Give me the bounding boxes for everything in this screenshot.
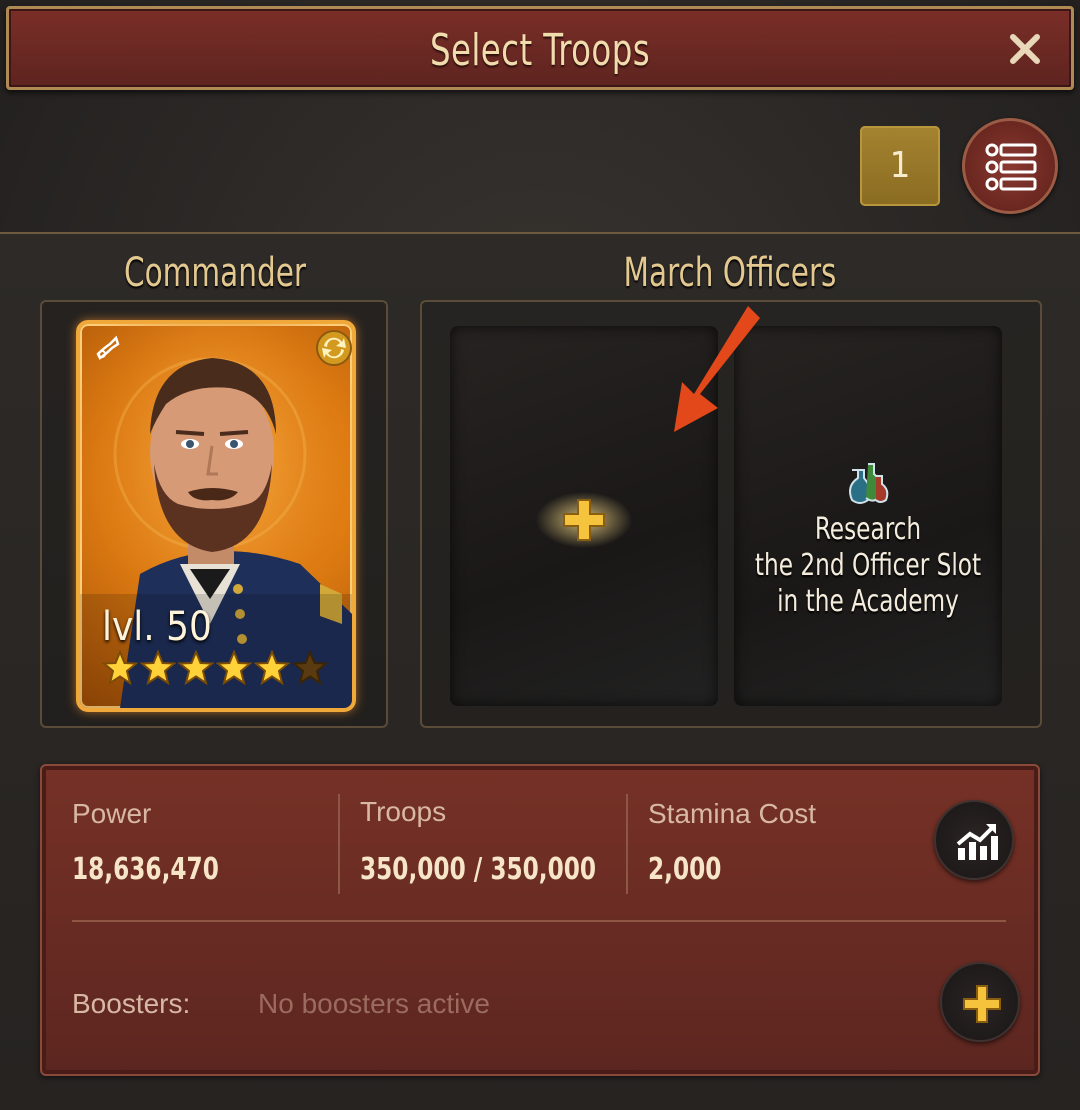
- swap-icon[interactable]: [314, 328, 354, 368]
- star-filled-icon: [102, 650, 138, 686]
- stamina-cost-label: Stamina Cost: [648, 798, 817, 829]
- boosters-status: No boosters active: [258, 988, 490, 1019]
- star-filled-icon: [178, 650, 214, 686]
- bugle-icon: [96, 335, 120, 360]
- queue-count-badge[interactable]: 1: [860, 126, 940, 206]
- stamina-cost-value: 2,000: [648, 852, 722, 887]
- chart-up-icon: [956, 824, 998, 860]
- star-rating: [102, 650, 328, 686]
- stats-divider: [626, 794, 628, 894]
- march-officers-heading: March Officers: [623, 250, 837, 296]
- troops-label: Troops: [360, 796, 447, 827]
- star-filled-icon: [140, 650, 176, 686]
- commander-heading: Commander: [124, 250, 306, 296]
- commander-level: lvl. 50: [102, 604, 212, 650]
- research-slot-message: Research the 2nd Officer Slot in the Aca…: [753, 512, 983, 620]
- plus-icon: [963, 985, 1001, 1023]
- troops-value: 350,000 / 350,000: [360, 852, 597, 887]
- research-line-2: the 2nd Officer Slot: [754, 548, 982, 583]
- stats-divider: [338, 794, 340, 894]
- potion-icon: [849, 463, 889, 504]
- select-troops-screen: Select Troops 1 Commander March Officers: [0, 0, 1080, 1110]
- star-empty-icon: [292, 650, 328, 686]
- close-icon: [1010, 34, 1040, 64]
- power-label: Power: [72, 798, 152, 829]
- commander-card[interactable]: lvl. 50: [76, 320, 356, 712]
- stats-details-button[interactable]: [934, 800, 1014, 880]
- stats-separator: [72, 920, 1006, 922]
- page-title: Select Troops: [429, 25, 651, 76]
- close-button[interactable]: [1005, 29, 1045, 69]
- star-filled-icon: [254, 650, 290, 686]
- add-booster-button[interactable]: [940, 962, 1020, 1042]
- troop-list-button[interactable]: [962, 118, 1058, 214]
- arrow-pointer-icon: [674, 306, 760, 432]
- research-line-3: in the Academy: [777, 584, 959, 619]
- panel-divider: [0, 232, 1080, 234]
- research-line-1: Research: [814, 512, 922, 547]
- star-filled-icon: [216, 650, 252, 686]
- power-value: 18,636,470: [72, 852, 219, 887]
- checklist-icon: [985, 143, 1037, 191]
- header-bar: Select Troops: [6, 6, 1074, 90]
- boosters-label: Boosters:: [72, 988, 191, 1019]
- add-officer-plus-icon[interactable]: [534, 490, 634, 550]
